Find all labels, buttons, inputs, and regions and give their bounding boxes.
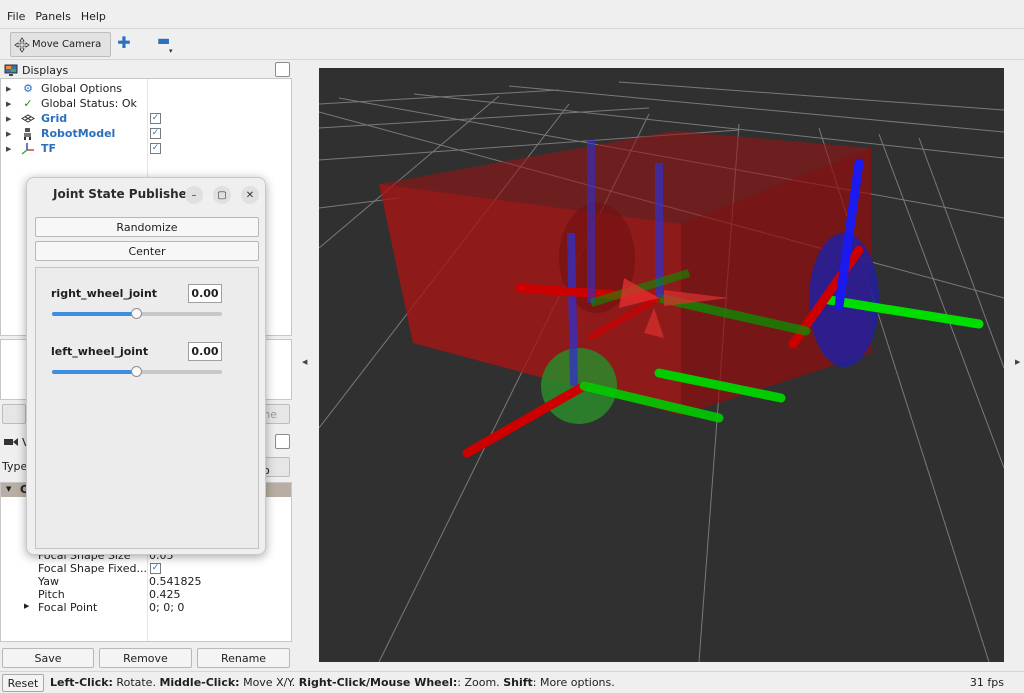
save-view-button[interactable]: Save [2, 648, 94, 668]
collapse-arrow-icon[interactable]: ▼ [6, 485, 11, 493]
add-tool-icon[interactable]: ✚ [116, 35, 132, 51]
menu-panels[interactable]: Panels [31, 9, 74, 27]
gear-icon: ⚙ [23, 82, 33, 95]
expand-arrow-icon[interactable]: ▶ [6, 145, 16, 153]
expand-arrow-icon[interactable]: ▶ [24, 602, 29, 610]
display-item-robotmodel[interactable]: ▶ RobotModel ✓ [1, 126, 291, 141]
slider-handle[interactable] [131, 366, 142, 377]
window-title-fragment [340, 0, 600, 4]
prop-pitch[interactable]: Pitch 0.425 [1, 588, 291, 601]
display-item-tf[interactable]: ▶ TF ✓ [1, 141, 291, 156]
display-item-grid[interactable]: ▶ Grid ✓ [1, 111, 291, 126]
status-help-text: Left-Click: Rotate. Middle-Click: Move X… [50, 676, 615, 689]
rename-view-button[interactable]: Rename [197, 648, 290, 668]
collapse-right-panel-icon[interactable]: ▶ [1015, 358, 1020, 366]
tf-enabled-checkbox[interactable]: ✓ [150, 143, 161, 154]
right-wheel-joint-value-field[interactable]: 0.00 [188, 284, 222, 303]
focal-shape-fixed-checkbox[interactable]: ✓ [150, 563, 161, 574]
close-icon[interactable]: ✕ [241, 186, 259, 204]
left-wheel-joint-label: left_wheel_joint [51, 345, 149, 358]
toolbar: Move Camera ✚ ▬ ▾ [0, 28, 1024, 60]
left-wheel-joint-slider[interactable] [52, 366, 222, 377]
remove-tool-icon[interactable]: ▬ ▾ [157, 34, 177, 55]
expand-arrow-icon[interactable]: ▶ [6, 130, 16, 138]
display-item-global-status[interactable]: ▶ ✓ Global Status: Ok [1, 96, 291, 111]
grid-enabled-checkbox[interactable]: ✓ [150, 113, 161, 124]
move-camera-button[interactable]: Move Camera [10, 32, 111, 57]
collapse-left-panel-icon[interactable]: ◀ [302, 358, 307, 366]
right-wheel-joint-slider[interactable] [52, 308, 222, 319]
menu-bar: File Panels Help [0, 9, 1024, 27]
grid-icon [21, 114, 35, 123]
prop-yaw[interactable]: Yaw 0.541825 [1, 575, 291, 588]
add-display-button-fragment[interactable] [2, 404, 26, 424]
displays-panel-close-button[interactable] [275, 62, 290, 77]
expand-arrow-icon[interactable]: ▶ [6, 115, 16, 123]
dropdown-arrow-icon: ▾ [169, 47, 173, 55]
slider-handle[interactable] [131, 308, 142, 319]
expand-arrow-icon[interactable]: ▶ [6, 100, 16, 108]
move-camera-icon [14, 36, 30, 53]
robot-icon [24, 128, 31, 140]
fps-counter: 31 fps [969, 676, 1004, 689]
prop-focal-shape-fixed[interactable]: Focal Shape Fixed... ✓ [1, 562, 291, 575]
views-type-label: Type [2, 460, 28, 473]
joint-state-publisher-dialog[interactable]: Joint State Publisher – ▢ ✕ Randomize Ce… [26, 177, 266, 555]
remove-view-button[interactable]: Remove [99, 648, 192, 668]
randomize-button[interactable]: Randomize [35, 217, 259, 237]
slider-fill [52, 370, 137, 374]
views-panel-close-button[interactable] [275, 434, 290, 449]
move-camera-label: Move Camera [32, 39, 102, 50]
monitor-icon [4, 64, 18, 76]
camera-icon [4, 438, 18, 446]
display-item-global-options[interactable]: ▶ ⚙ Global Options [1, 81, 291, 96]
prop-focal-point[interactable]: ▶ Focal Point 0; 0; 0 [1, 601, 291, 614]
status-bar: Reset Left-Click: Rotate. Middle-Click: … [0, 671, 1024, 693]
menu-help[interactable]: Help [77, 9, 110, 27]
minimize-icon[interactable]: – [185, 186, 203, 204]
center-button[interactable]: Center [35, 241, 259, 261]
menu-file[interactable]: File [3, 9, 29, 27]
displays-panel-header: Displays [0, 61, 292, 79]
right-wheel-joint-label: right_wheel_joint [51, 287, 158, 300]
slider-fill [52, 312, 137, 316]
3d-scene[interactable] [319, 68, 1004, 662]
displays-title: Displays [22, 63, 69, 77]
robot-model [379, 131, 984, 458]
checkmark-icon: ✓ [23, 97, 33, 110]
expand-arrow-icon[interactable]: ▶ [6, 85, 16, 93]
left-wheel-joint-value-field[interactable]: 0.00 [188, 342, 222, 361]
axes-icon [21, 143, 34, 155]
maximize-icon[interactable]: ▢ [213, 186, 231, 204]
3d-viewport[interactable] [319, 68, 1004, 662]
robotmodel-enabled-checkbox[interactable]: ✓ [150, 128, 161, 139]
reset-button[interactable]: Reset [2, 674, 44, 692]
dialog-title: Joint State Publisher [53, 187, 193, 201]
joints-panel: right_wheel_joint 0.00 left_wheel_joint … [35, 267, 259, 549]
